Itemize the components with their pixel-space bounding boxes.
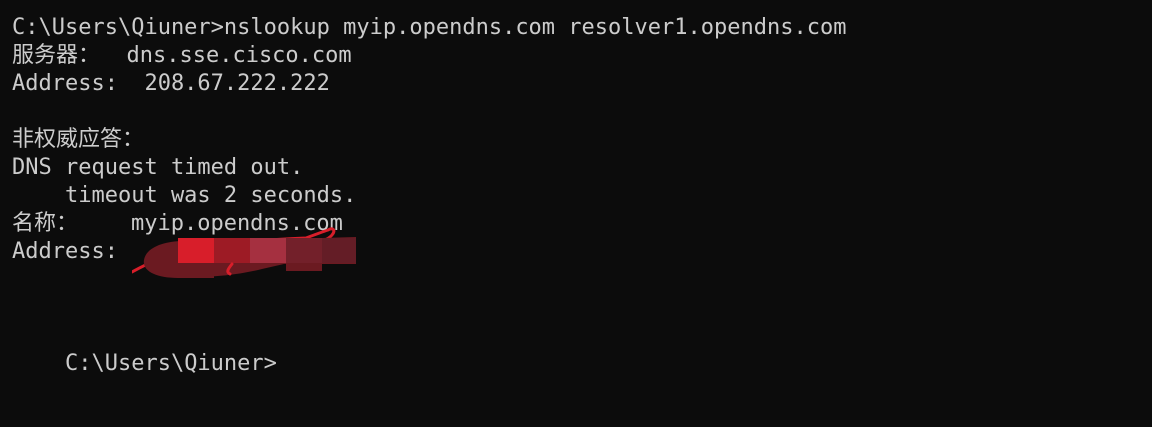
red-redaction-mark: [132, 227, 356, 278]
terminal-prompt: C:\Users\Qiuner>: [64, 351, 277, 376]
terminal-line-prompt[interactable]: C:\Users\Qiuner>: [12, 322, 277, 376]
terminal-line-server-address: Address: 208.67.222.222: [12, 71, 330, 96]
terminal-line-server: 服务器： dns.sse.cisco.com: [12, 43, 352, 68]
terminal-window[interactable]: C:\Users\Qiuner>nslookup myip.opendns.co…: [0, 0, 1152, 427]
terminal-line-result-address: Address:: [12, 239, 118, 264]
terminal-line-nonauthoritative: 非权威应答：: [12, 127, 145, 152]
terminal-line-timeout-detail: timeout was 2 seconds.: [12, 183, 357, 208]
terminal-line-timeout-error: DNS request timed out.: [12, 155, 304, 180]
terminal-line-command: C:\Users\Qiuner>nslookup myip.opendns.co…: [12, 15, 847, 40]
